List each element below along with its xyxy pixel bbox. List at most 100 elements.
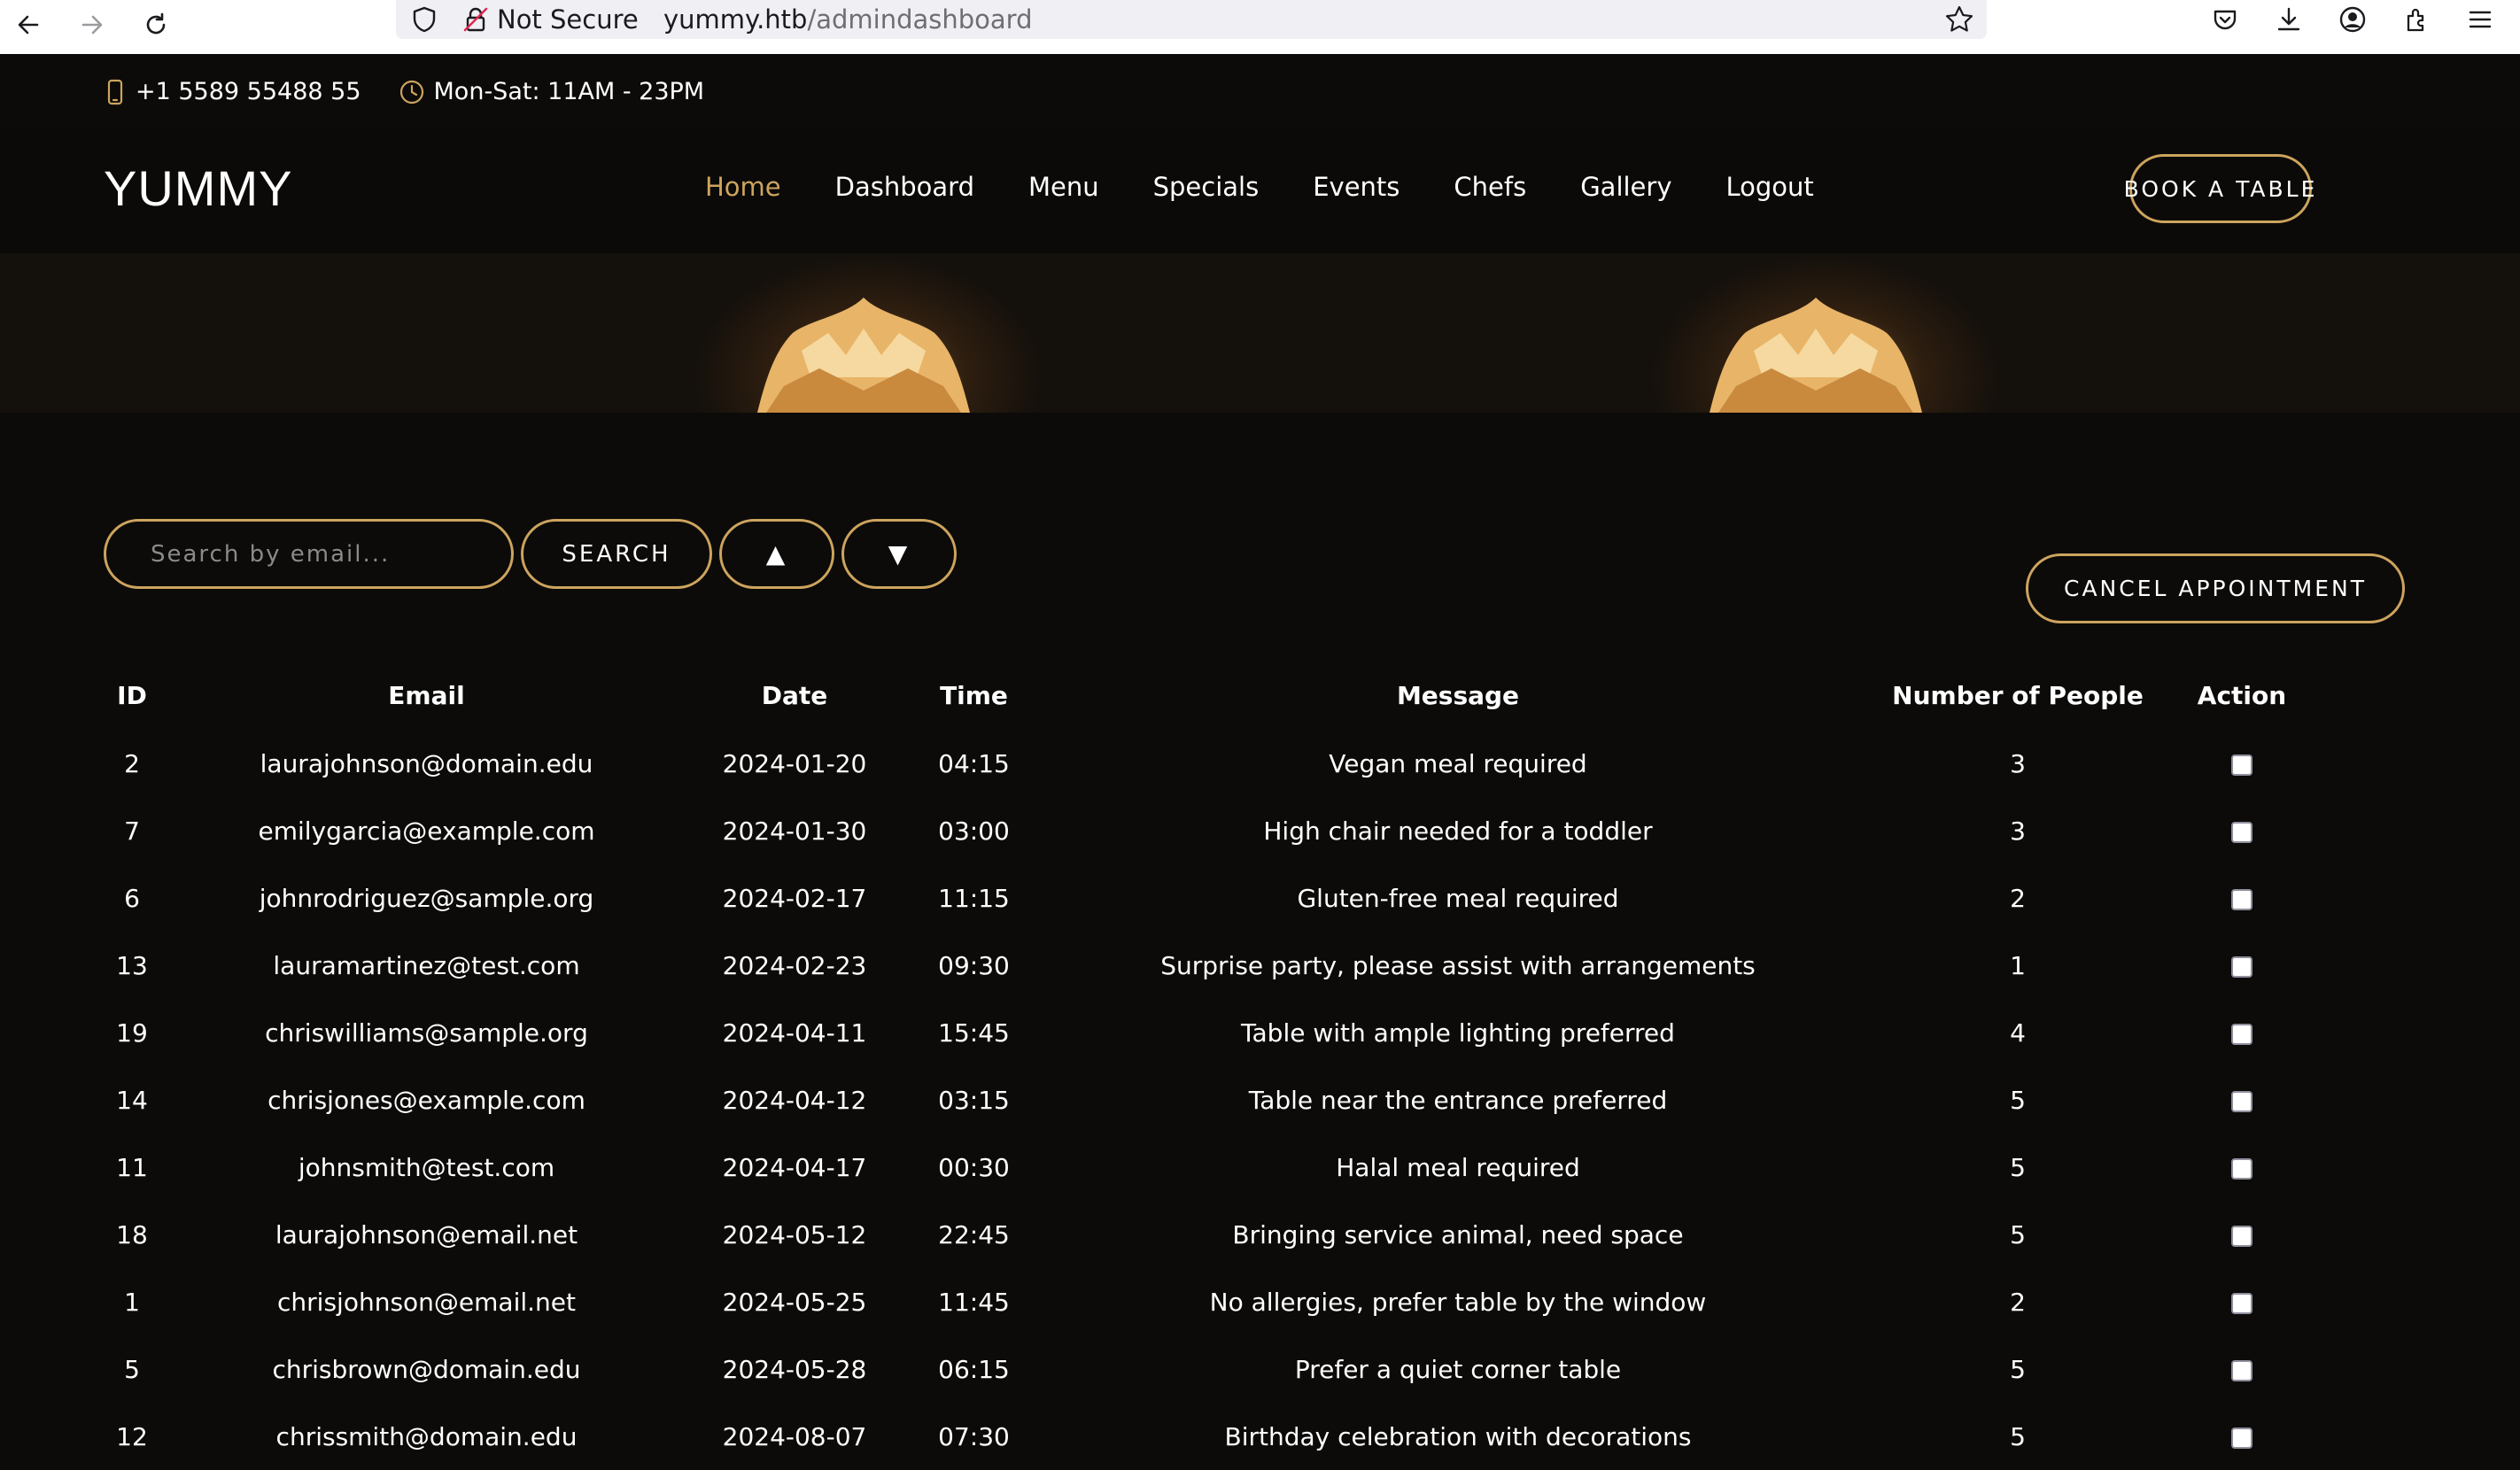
cell-id: 18 <box>116 1219 148 1250</box>
cell-action <box>2171 1335 2313 1403</box>
select-checkbox[interactable] <box>2231 1225 2252 1247</box>
cell-date: 2024-04-12 <box>722 1085 867 1115</box>
select-checkbox[interactable] <box>2231 821 2252 843</box>
pendant-lamp-icon <box>757 298 970 413</box>
select-checkbox[interactable] <box>2231 1359 2252 1381</box>
book-table-button[interactable]: BOOK A TABLE <box>2124 154 2315 223</box>
cell-action <box>2171 1268 2313 1335</box>
select-checkbox[interactable] <box>2231 888 2252 910</box>
select-checkbox[interactable] <box>2231 754 2252 776</box>
cell-message: High chair needed for a toddler <box>1263 816 1653 846</box>
table-row: 7 emilygarcia@example.com 2024-01-30 03:00 H… <box>104 797 2313 864</box>
nav-menu[interactable]: Menu <box>1028 172 1099 202</box>
extensions-icon[interactable] <box>2399 2 2434 37</box>
insecure-lock-icon[interactable] <box>460 4 492 35</box>
table-row: 5 chrisbrown@domain.edu 2024-05-28 06:15 Pre… <box>104 1335 2313 1403</box>
search-input[interactable] <box>104 519 514 589</box>
cell-email: lauramartinez@test.com <box>273 950 580 980</box>
cell-time: 11:45 <box>938 1287 1010 1317</box>
table-row: 6 johnrodriguez@sample.org 2024-02-17 11:15… <box>104 864 2313 932</box>
column-header-message[interactable]: Message <box>1051 661 1865 730</box>
cell-people: 3 <box>2010 816 2026 846</box>
cell-action <box>2171 1201 2313 1268</box>
bookmark-star-icon[interactable] <box>1942 3 1976 36</box>
cell-email: chrisjohnson@email.net <box>277 1287 576 1317</box>
topbar: +1 5589 55488 55 Mon-Sat: 11AM - 23PM <box>0 54 2520 129</box>
column-header-people[interactable]: Number of People <box>1865 661 2171 730</box>
url-bar[interactable]: Not Secure yummy.htb/admindashboard <box>396 0 1987 39</box>
cell-time: 03:00 <box>938 816 1010 846</box>
menu-icon[interactable] <box>2462 2 2498 37</box>
nav-logout[interactable]: Logout <box>1726 172 1814 202</box>
nav-dashboard[interactable]: Dashboard <box>835 172 974 202</box>
cell-time: 03:15 <box>938 1085 1010 1115</box>
cell-action <box>2171 864 2313 932</box>
table-row: 18 laurajohnson@email.net 2024-05-12 22:45 B… <box>104 1201 2313 1268</box>
cell-email: laurajohnson@domain.edu <box>260 748 593 778</box>
cell-action <box>2171 1133 2313 1201</box>
cell-time: 00:30 <box>938 1152 1010 1182</box>
cell-id: 13 <box>116 950 148 980</box>
back-button[interactable] <box>7 4 50 46</box>
column-header-time[interactable]: Time <box>896 661 1051 730</box>
cell-action <box>2171 1403 2313 1470</box>
cell-date: 2024-01-30 <box>722 816 867 846</box>
cell-id: 5 <box>124 1354 140 1384</box>
nav-events[interactable]: Events <box>1313 172 1400 202</box>
table-row: 14 chrisjones@example.com 2024-04-12 03:15 T… <box>104 1066 2313 1133</box>
cell-email: emilygarcia@example.com <box>258 816 595 846</box>
select-checkbox[interactable] <box>2231 1157 2252 1180</box>
cell-email: johnsmith@test.com <box>298 1152 555 1182</box>
sort-desc-button[interactable]: ▼ <box>841 519 957 589</box>
column-header-email[interactable]: Email <box>160 661 693 730</box>
reload-button[interactable] <box>135 4 177 46</box>
nav-gallery[interactable]: Gallery <box>1580 172 1671 202</box>
column-header-date[interactable]: Date <box>693 661 896 730</box>
sort-asc-button[interactable]: ▲ <box>719 519 834 589</box>
cell-people: 5 <box>2010 1085 2026 1115</box>
table-header-row: ID Email Date Time Message Number of Peo… <box>104 661 2313 730</box>
select-checkbox[interactable] <box>2231 1292 2252 1314</box>
cell-people: 5 <box>2010 1152 2026 1182</box>
cell-action <box>2171 932 2313 999</box>
phone-icon <box>107 79 123 104</box>
contact-phone: +1 5589 55488 55 <box>104 78 361 105</box>
cell-message: Halal meal required <box>1336 1152 1580 1182</box>
select-checkbox[interactable] <box>2231 1090 2252 1112</box>
select-checkbox[interactable] <box>2231 956 2252 978</box>
cell-action <box>2171 1066 2313 1133</box>
cell-id: 12 <box>116 1421 148 1451</box>
pendant-lamp-icon <box>1710 298 1922 413</box>
cell-time: 09:30 <box>938 950 1010 980</box>
table-row: 19 chriswilliams@sample.org 2024-04-11 15:4… <box>104 999 2313 1066</box>
column-header-action[interactable]: Action <box>2171 661 2313 730</box>
cell-action <box>2171 797 2313 864</box>
appointments-table: ID Email Date Time Message Number of Peo… <box>104 661 2313 1470</box>
shield-icon[interactable] <box>408 4 440 35</box>
nav-home[interactable]: Home <box>705 172 781 202</box>
table-row: 13 lauramartinez@test.com 2024-02-23 09:30 S… <box>104 932 2313 999</box>
column-header-id[interactable]: ID <box>104 661 160 730</box>
cell-people: 5 <box>2010 1421 2026 1451</box>
nav-chefs[interactable]: Chefs <box>1454 172 1526 202</box>
search-button[interactable]: SEARCH <box>521 519 712 589</box>
site-logo[interactable]: YUMMY <box>104 159 292 217</box>
account-icon[interactable] <box>2335 2 2370 37</box>
select-checkbox[interactable] <box>2231 1023 2252 1045</box>
cell-time: 11:15 <box>938 883 1010 913</box>
download-icon[interactable] <box>2271 2 2307 37</box>
cell-action <box>2171 730 2313 797</box>
browser-chrome: Not Secure yummy.htb/admindashboard <box>0 0 2520 54</box>
forward-button[interactable] <box>71 4 113 46</box>
cell-people: 2 <box>2010 883 2026 913</box>
cell-id: 19 <box>116 1017 148 1048</box>
cell-message: Gluten-free meal required <box>1297 883 1619 913</box>
cell-date: 2024-04-11 <box>722 1017 867 1048</box>
cell-time: 07:30 <box>938 1421 1010 1451</box>
pocket-icon[interactable] <box>2207 2 2243 37</box>
select-checkbox[interactable] <box>2231 1427 2252 1449</box>
cell-date: 2024-08-07 <box>722 1421 867 1451</box>
nav-specials[interactable]: Specials <box>1153 172 1260 202</box>
url-text: yummy.htb/admindashboard <box>663 2 1033 37</box>
cancel-appointment-button[interactable]: CANCEL APPOINTMENT <box>2026 553 2405 623</box>
